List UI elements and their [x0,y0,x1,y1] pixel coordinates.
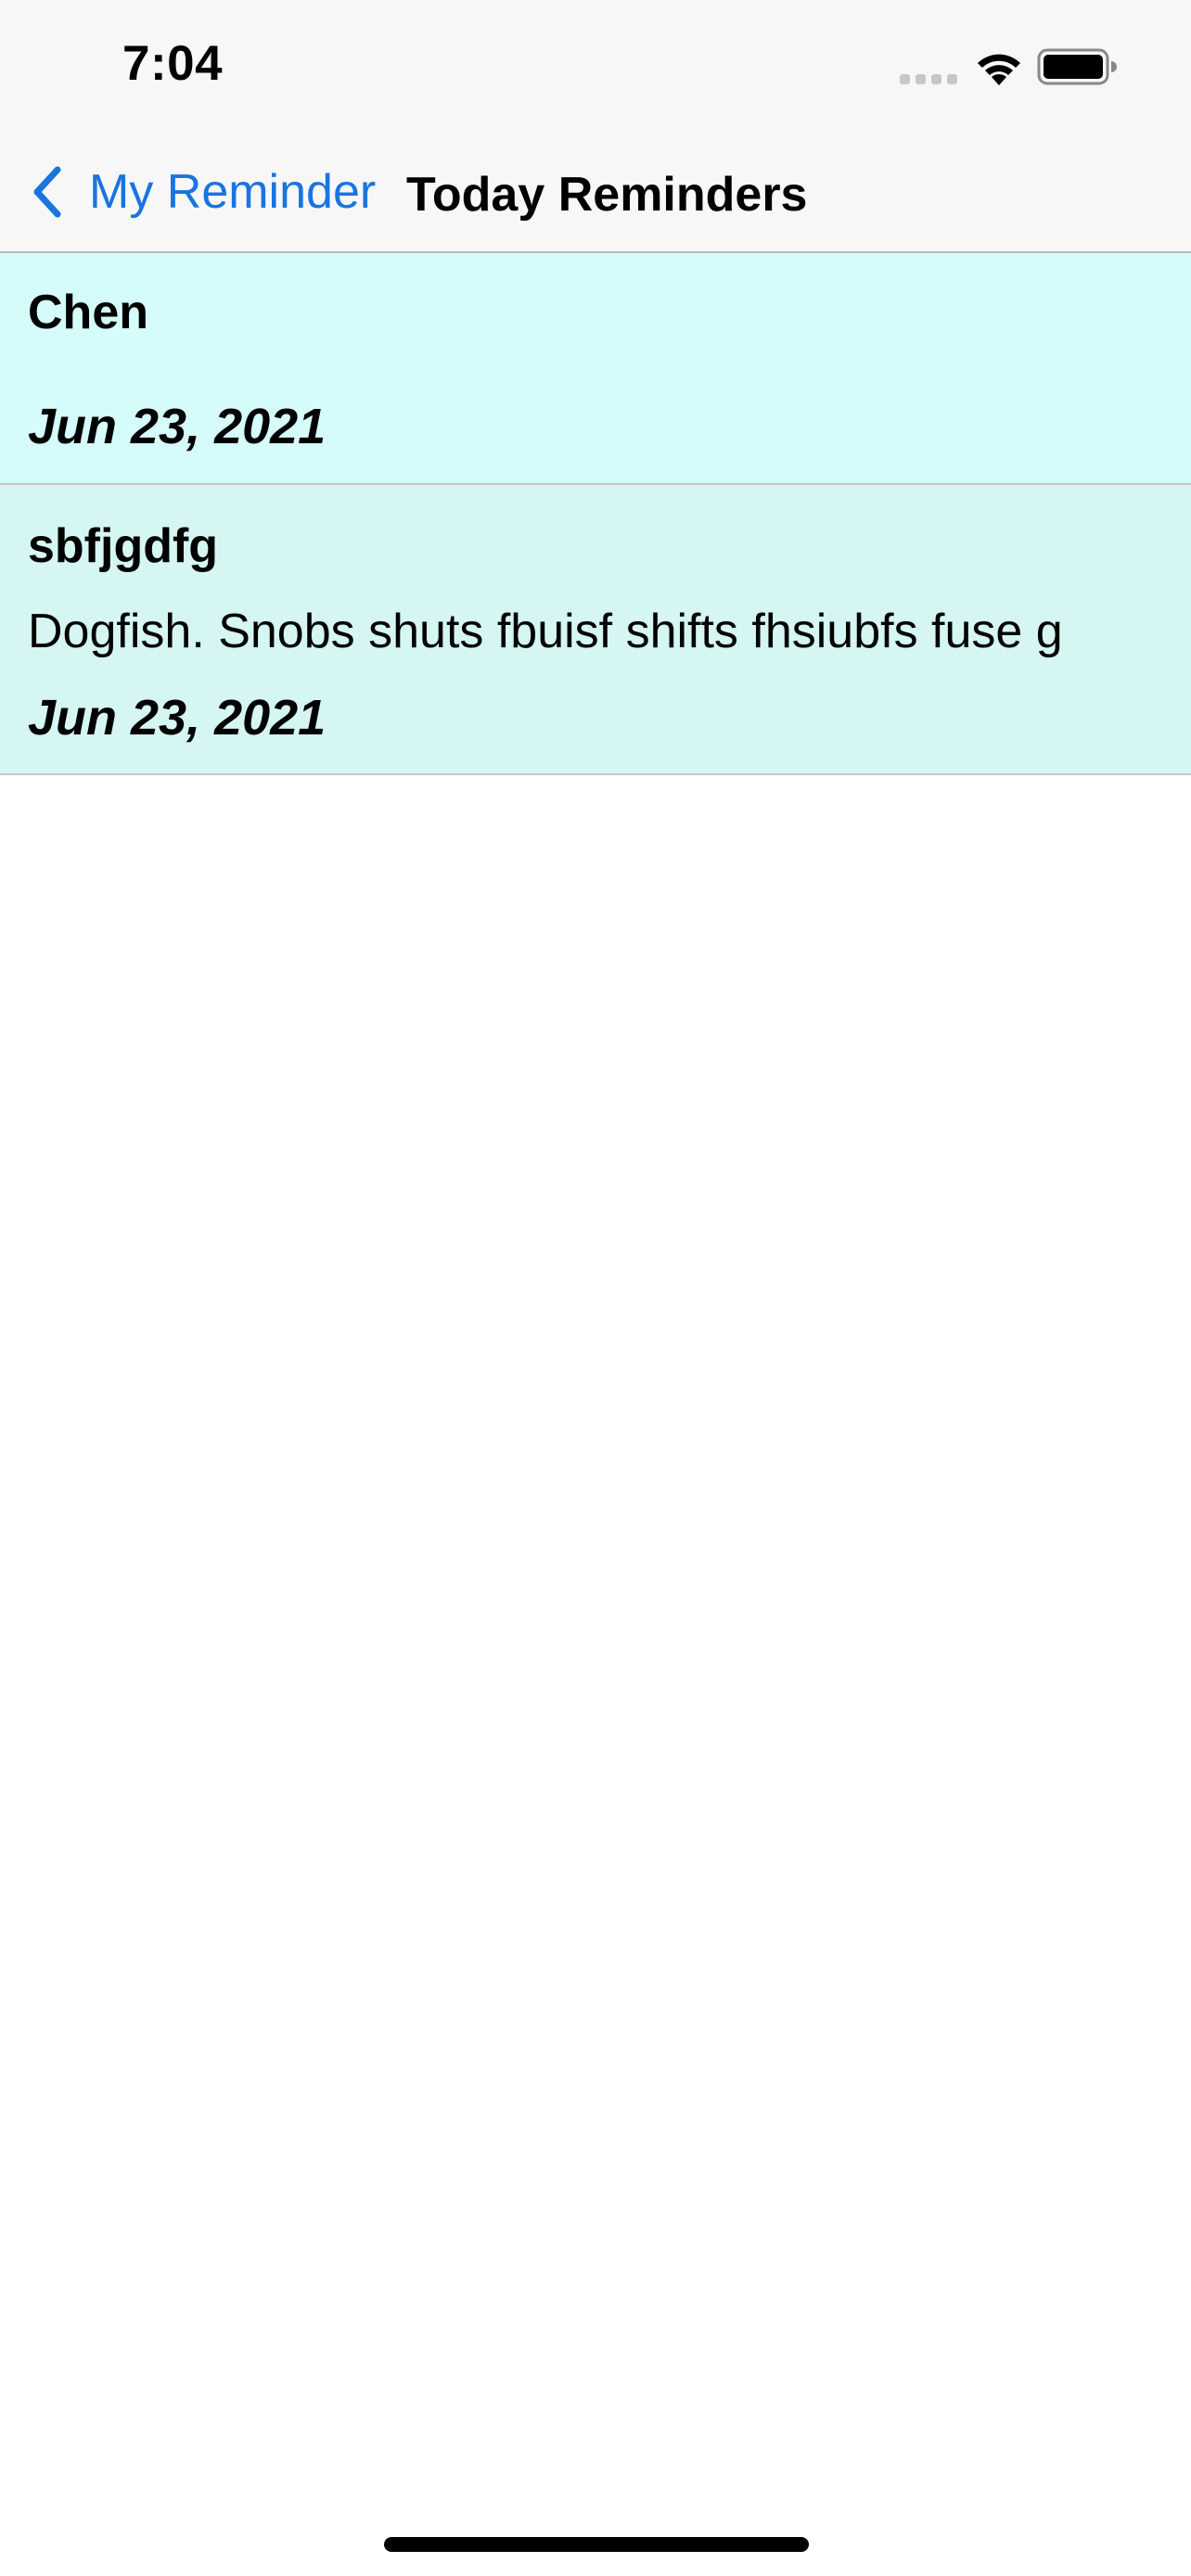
reminder-title: Chen [28,286,148,339]
reminder-row[interactable]: sbfjgdfg Dogfish. Snobs shuts fbuisf shi… [0,485,1191,775]
reminder-body: Dogfish. Snobs shuts fbuisf shifts fhsiu… [28,605,1063,658]
wifi-icon [978,54,1020,85]
home-indicator[interactable] [384,2537,809,2552]
reminder-row[interactable]: Chen Jun 23, 2021 [0,253,1191,485]
reminder-title: sbfjgdfg [28,519,219,573]
navigation-bar: My Reminder Today Reminders [0,130,1191,253]
reminder-date: Jun 23, 2021 [28,690,327,746]
page-title: Today Reminders [406,168,808,222]
back-button-label: My Reminder [89,165,377,219]
signal-dots-icon [900,74,957,84]
back-button[interactable]: My Reminder [28,159,376,224]
status-time: 7:04 [122,36,224,91]
chevron-left-icon [33,166,61,218]
status-bar: 7:04 [0,0,1191,130]
reminder-date: Jun 23, 2021 [28,399,327,454]
battery-icon [1037,48,1117,85]
reminder-list: Chen Jun 23, 2021 sbfjgdfg Dogfish. Snob… [0,253,1191,775]
